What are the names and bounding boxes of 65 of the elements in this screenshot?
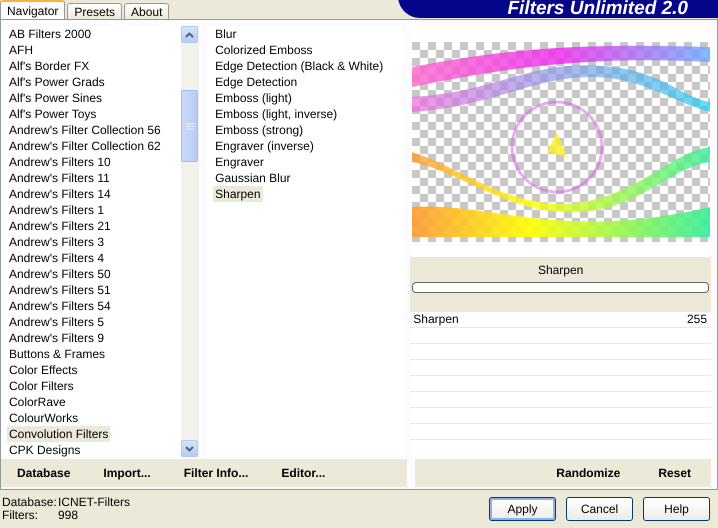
category-item[interactable]: Alf's Power Grads [7,74,107,90]
category-item[interactable]: Andrew's Filter Collection 62 [7,138,163,154]
category-item[interactable]: Buttons & Frames [7,346,108,362]
filter-item[interactable]: Gaussian Blur [213,170,293,186]
category-item[interactable]: Andrew's Filters 51 [7,282,113,298]
window-title: Filters Unlimited 2.0 [398,0,718,18]
category-item[interactable]: Andrew's Filters 11 [7,170,112,186]
category-item[interactable]: Andrew's Filters 54 [7,298,113,314]
category-item[interactable]: Andrew's Filter Collection 56 [7,122,163,138]
category-item[interactable]: ColourWorks [7,410,80,426]
filter-name-label: Sharpen [536,262,584,279]
category-item[interactable]: Andrew's Filters 14 [7,186,113,202]
toolbar-button[interactable]: Editor... [277,464,330,482]
filter-item[interactable]: Emboss (light) [213,90,294,106]
category-item[interactable]: Color Effects [7,362,80,378]
category-item[interactable]: Andrew's Filters 50 [7,266,113,282]
tab[interactable]: Navigator [0,0,66,19]
dialog-button[interactable]: Apply [489,497,556,521]
category-item[interactable]: CPK Designs [7,442,82,457]
toolbar-button[interactable]: Randomize [552,464,624,482]
category-item[interactable]: Convolution Filters [7,426,110,442]
category-item[interactable]: Andrew's Filters 3 [7,234,106,250]
filter-item[interactable]: Edge Detection [213,74,300,90]
dialog-button[interactable]: Cancel [566,497,633,521]
dialog-button[interactable]: Help [643,497,710,521]
scroll-up-button[interactable] [181,26,198,43]
status-value: 998 [58,509,80,522]
toolbar-button[interactable]: Filter Info... [180,464,252,482]
parameter-name: Sharpen [413,312,459,327]
category-item[interactable]: AB Filters 2000 [7,26,94,42]
filter-item[interactable]: Blur [213,26,238,42]
status-value: ICNET-Filters [58,496,130,509]
scroll-down-button[interactable] [181,440,198,457]
scrollbar[interactable] [181,26,200,457]
filter-item[interactable]: Emboss (strong) [213,122,306,138]
category-item[interactable]: Color Filters [7,378,76,394]
tab[interactable]: About [124,3,170,19]
category-item[interactable]: Andrew's Filters 5 [7,314,106,330]
filter-item[interactable]: Emboss (light, inverse) [213,106,340,122]
toolbar-button[interactable]: Import... [99,464,155,482]
category-item[interactable]: ColorRave [7,394,68,410]
toolbar-button[interactable]: Reset [654,464,695,482]
filter-item[interactable]: Engraver (inverse) [213,138,316,154]
filter-item[interactable]: Engraver [213,154,266,170]
scroll-thumb[interactable] [181,90,198,162]
filter-item[interactable]: Colorized Emboss [213,42,315,58]
parameter-value: 255 [686,312,707,327]
toolbar-button[interactable]: Database [13,464,74,482]
category-item[interactable]: Andrew's Filters 10 [7,154,113,170]
category-item[interactable]: Andrew's Filters 21 [7,218,113,234]
category-item[interactable]: Alf's Border FX [7,58,92,74]
category-item[interactable]: AFH [7,42,35,58]
status-label: Filters: [2,509,39,522]
category-item[interactable]: Alf's Power Toys [7,106,98,122]
tab[interactable]: Presets [67,3,122,19]
category-item[interactable]: Andrew's Filters 1 [7,202,106,218]
chevron-up-icon [185,32,194,38]
filter-item[interactable]: Edge Detection (Black & White) [213,58,386,74]
chevron-down-icon [185,446,194,452]
category-item[interactable]: Andrew's Filters 9 [7,330,106,346]
grip-icon [186,122,194,130]
status-label: Database: [2,496,58,509]
category-item[interactable]: Alf's Power Sines [7,90,104,106]
filter-item[interactable]: Sharpen [213,186,263,202]
category-item[interactable]: Andrew's Filters 4 [7,250,106,266]
